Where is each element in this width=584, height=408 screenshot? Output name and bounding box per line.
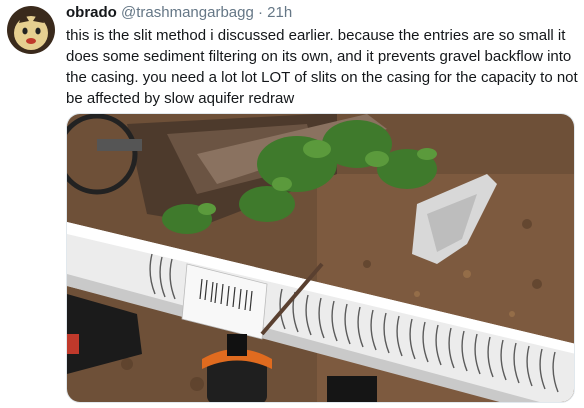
photo-pvc-pipe-with-slits-icon [67, 114, 574, 402]
tweet-photo[interactable] [66, 113, 575, 403]
tweet-text: this is the slit method i discussed earl… [66, 27, 578, 107]
display-name[interactable]: obrado [66, 4, 117, 21]
separator: · [258, 4, 263, 21]
tweet: obrado @trashmangarbagg · 21h this is th… [0, 0, 584, 408]
tweet-header: obrado @trashmangarbagg · 21h [66, 4, 292, 22]
handle[interactable]: @trashmangarbagg [121, 4, 254, 21]
avatar[interactable] [7, 6, 55, 54]
avatar-image [7, 6, 55, 54]
timestamp[interactable]: 21h [267, 4, 292, 21]
